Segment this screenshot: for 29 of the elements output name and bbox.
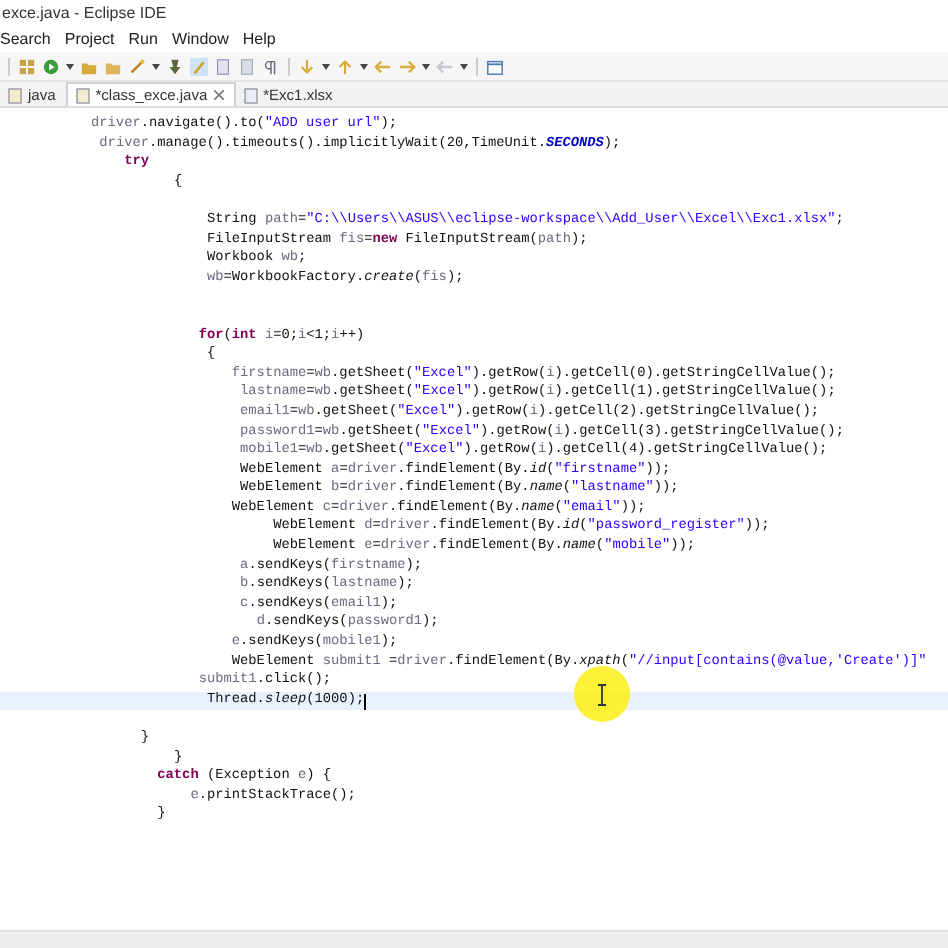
text-cursor [364,693,367,710]
file-icon [75,87,90,103]
file-icon [8,87,22,103]
back-arrow-icon[interactable] [374,57,392,75]
menu-item[interactable]: Help [242,30,276,48]
caret-icon[interactable] [66,63,74,69]
menu-item[interactable]: Project [64,30,115,48]
caret-icon[interactable] [360,63,368,69]
grid-icon[interactable] [18,57,36,75]
window-icon[interactable] [486,57,504,75]
file-icon [243,87,258,103]
arrow-icon[interactable] [336,57,354,75]
menu-item[interactable]: Window [171,30,229,48]
run-icon[interactable] [42,57,60,75]
menu-item[interactable]: Search [0,30,51,48]
caret-icon[interactable] [152,63,160,69]
mouse-pointer-highlight-icon [574,666,630,722]
pilcrow-icon[interactable] [262,57,280,75]
wand-icon[interactable] [128,57,146,75]
pencil-icon[interactable] [190,57,208,75]
close-icon[interactable] [213,90,224,100]
caret-icon[interactable] [460,63,468,69]
arrow-icon[interactable] [298,57,316,75]
forward-arrow-icon[interactable] [398,57,416,75]
back-arrow-icon[interactable] [436,57,454,75]
caret-icon[interactable] [322,63,330,69]
caret-icon[interactable] [422,63,430,69]
menu-item[interactable]: Run [128,30,158,48]
window-title: exce.java - Eclipse IDE [2,4,167,22]
